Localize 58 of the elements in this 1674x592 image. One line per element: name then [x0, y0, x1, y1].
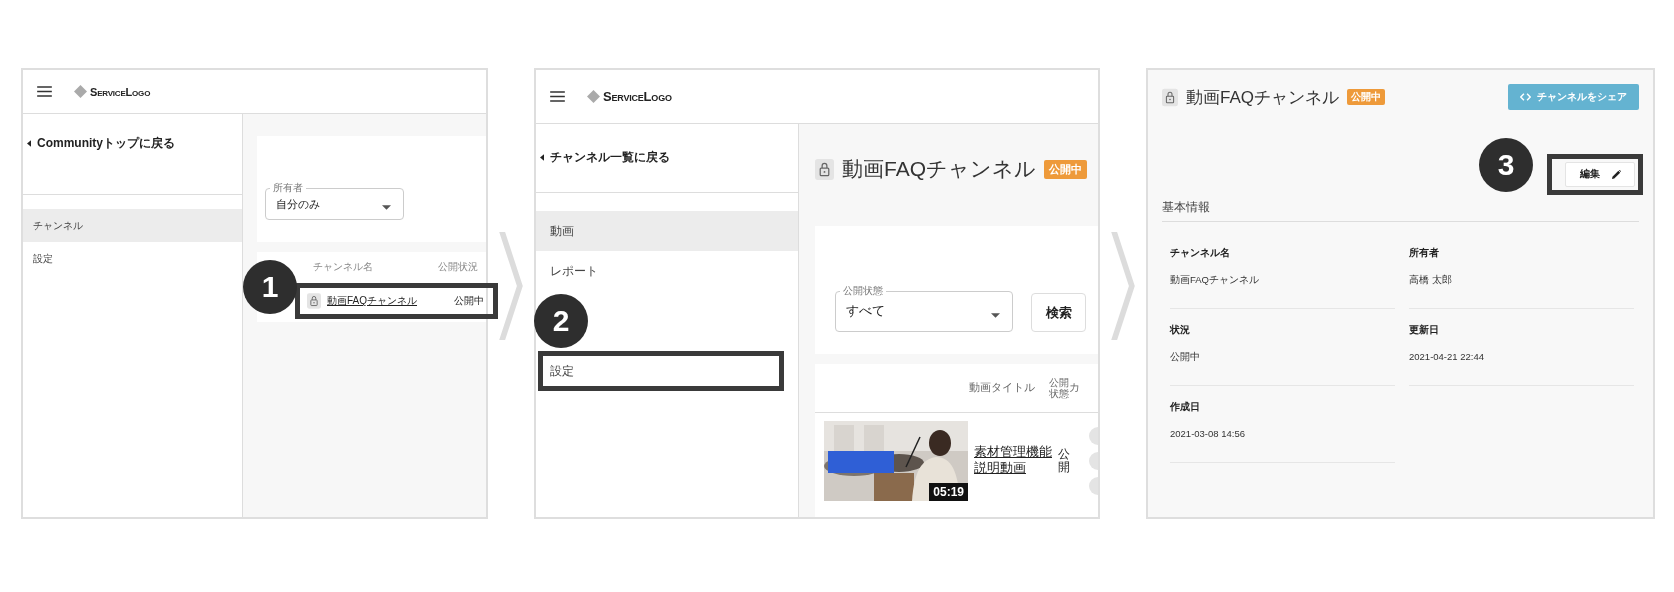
- status-select[interactable]: 公開状態 すべて: [835, 286, 1013, 332]
- field-label: 作成日: [1170, 400, 1201, 414]
- field-label: チャンネル名: [1170, 246, 1231, 260]
- status-badge: 公開中: [1044, 159, 1087, 179]
- back-link-label[interactable]: チャンネル一覧に戻る: [550, 149, 670, 165]
- back-link[interactable]: Communityトップに戻る: [23, 114, 242, 195]
- status-badge: 公開中: [1347, 89, 1385, 105]
- caret-icon: [540, 153, 544, 161]
- nav-item[interactable]: 設定: [536, 351, 798, 391]
- section-heading: 基本情報: [1162, 199, 1639, 222]
- step-number: 1: [243, 260, 297, 314]
- field-label: 状況: [1170, 323, 1191, 337]
- service-logo[interactable]: ServiceLogo: [603, 89, 672, 104]
- dropdown-icon: [382, 205, 391, 210]
- menu-icon[interactable]: [37, 86, 52, 97]
- field-label: 更新日: [1409, 323, 1440, 337]
- table-cell: 公開中: [454, 294, 484, 308]
- lock-icon: [815, 157, 834, 181]
- service-logo[interactable]: ServiceLogo: [90, 85, 151, 98]
- channel-title: 動画FAQチャンネル: [842, 156, 1036, 182]
- field-value: 高橋 太郎: [1409, 274, 1453, 287]
- column-header: カ: [1069, 381, 1081, 393]
- diamond-icon: [74, 85, 87, 98]
- column-header: 公開状況: [438, 260, 478, 274]
- search-button[interactable]: 検索: [1031, 293, 1086, 332]
- edit-button[interactable]: 編集: [1565, 162, 1635, 187]
- channel-link[interactable]: 動画FAQチャンネル: [327, 294, 448, 308]
- lock-icon: [307, 293, 321, 309]
- field-value: 動画FAQチャンネル: [1170, 274, 1260, 287]
- nav-item[interactable]: 動画: [536, 211, 798, 251]
- field-label: 所有者: [1409, 246, 1440, 260]
- step-number: 3: [1479, 138, 1533, 192]
- video-link[interactable]: 素材管理機能説明動画: [974, 445, 1052, 477]
- chevron-icon: [499, 232, 523, 340]
- channel-title: 動画FAQチャンネル: [1186, 86, 1339, 109]
- nav-item[interactable]: チャンネル: [23, 209, 242, 242]
- table-cell: 公開: [1058, 447, 1070, 475]
- chevron-icon: [1111, 232, 1135, 340]
- dropdown-icon: [991, 312, 1000, 318]
- caret-icon: [27, 139, 31, 147]
- diamond-icon: [587, 90, 600, 103]
- back-link-label[interactable]: Communityトップに戻る: [37, 134, 175, 152]
- code-icon: [1520, 93, 1531, 101]
- column-header: 公開状態: [1049, 377, 1069, 399]
- lock-icon: [1162, 87, 1178, 107]
- field-value: 2021-04-21 22:44: [1409, 351, 1485, 362]
- menu-icon[interactable]: [550, 91, 565, 102]
- nav-item[interactable]: レポート: [536, 251, 798, 291]
- field-value: 2021-03-08 14:56: [1170, 428, 1246, 439]
- step-number: 2: [534, 294, 588, 348]
- owner-select[interactable]: 所有者 自分のみ: [265, 183, 404, 220]
- nav-item[interactable]: 設定: [23, 242, 242, 275]
- duration-label: 05:19: [929, 483, 968, 501]
- column-header: 動画タイトル: [968, 381, 1036, 395]
- pencil-icon: [1611, 170, 1621, 179]
- column-header: チャンネル名: [313, 260, 373, 274]
- back-link[interactable]: チャンネル一覧に戻る: [536, 124, 798, 193]
- field-value: 公開中: [1170, 351, 1201, 364]
